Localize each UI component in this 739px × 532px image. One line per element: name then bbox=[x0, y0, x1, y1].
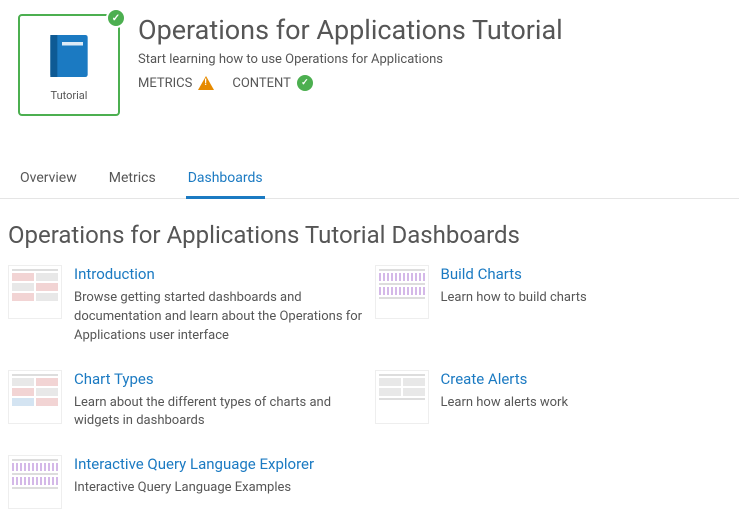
book-icon bbox=[41, 28, 97, 84]
card-query-explorer[interactable]: Interactive Query Language Explorer Inte… bbox=[8, 455, 370, 509]
dashboard-thumb-icon bbox=[8, 370, 62, 424]
tab-metrics[interactable]: Metrics bbox=[107, 160, 158, 199]
warning-icon bbox=[198, 76, 214, 90]
integration-tile[interactable]: ✓ Tutorial bbox=[18, 14, 120, 116]
card-title[interactable]: Create Alerts bbox=[441, 370, 732, 388]
card-title[interactable]: Interactive Query Language Explorer bbox=[74, 455, 370, 473]
content-status[interactable]: CONTENT ✓ bbox=[232, 75, 313, 91]
tab-overview[interactable]: Overview bbox=[18, 160, 79, 199]
card-introduction[interactable]: Introduction Browse getting started dash… bbox=[8, 265, 365, 346]
card-desc: Browse getting started dashboards and do… bbox=[74, 289, 365, 346]
card-title[interactable]: Build Charts bbox=[441, 265, 732, 283]
tile-label: Tutorial bbox=[51, 89, 88, 102]
card-desc: Learn how alerts work bbox=[441, 394, 732, 413]
dashboard-cards: Introduction Browse getting started dash… bbox=[0, 265, 739, 509]
card-build-charts[interactable]: Build Charts Learn how to build charts bbox=[375, 265, 732, 346]
page-title: Operations for Applications Tutorial bbox=[138, 14, 563, 46]
header: ✓ Tutorial Operations for Applications T… bbox=[0, 0, 739, 130]
card-create-alerts[interactable]: Create Alerts Learn how alerts work bbox=[375, 370, 732, 432]
status-check-icon: ✓ bbox=[106, 8, 126, 28]
metrics-label: METRICS bbox=[138, 76, 192, 91]
header-text: Operations for Applications Tutorial Sta… bbox=[138, 14, 563, 91]
card-desc: Learn how to build charts bbox=[441, 289, 732, 308]
section-title: Operations for Applications Tutorial Das… bbox=[0, 199, 739, 265]
card-desc: Learn about the different types of chart… bbox=[74, 394, 365, 432]
metrics-status[interactable]: METRICS bbox=[138, 76, 214, 91]
card-title[interactable]: Introduction bbox=[74, 265, 365, 283]
card-chart-types[interactable]: Chart Types Learn about the different ty… bbox=[8, 370, 365, 432]
dashboard-thumb-icon bbox=[375, 265, 429, 319]
card-desc: Interactive Query Language Examples bbox=[74, 479, 370, 498]
tabs: Overview Metrics Dashboards bbox=[0, 160, 739, 199]
dashboard-thumb-icon bbox=[8, 265, 62, 319]
dashboard-thumb-icon bbox=[375, 370, 429, 424]
check-icon: ✓ bbox=[297, 75, 313, 91]
content-label: CONTENT bbox=[232, 76, 291, 91]
tab-dashboards[interactable]: Dashboards bbox=[186, 160, 265, 199]
dashboard-thumb-icon bbox=[8, 455, 62, 509]
page-subtitle: Start learning how to use Operations for… bbox=[138, 52, 563, 67]
card-title[interactable]: Chart Types bbox=[74, 370, 365, 388]
status-row: METRICS CONTENT ✓ bbox=[138, 75, 563, 91]
